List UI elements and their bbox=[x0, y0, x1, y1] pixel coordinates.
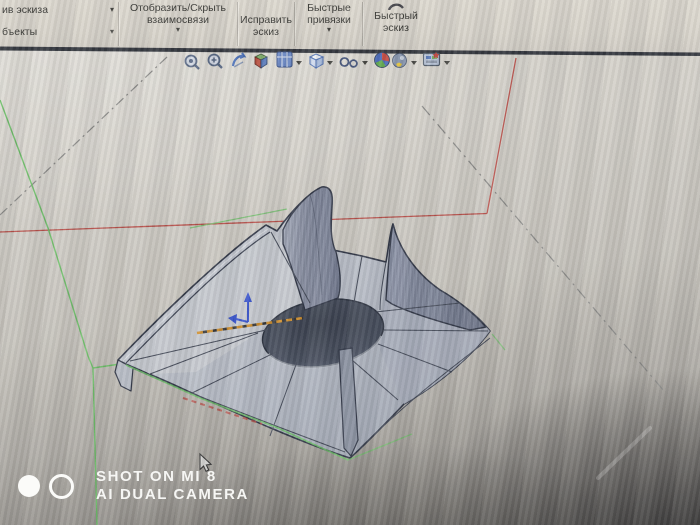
construction-centerline-left[interactable] bbox=[0, 55, 169, 216]
chevron-down-icon[interactable] bbox=[296, 61, 302, 65]
toolbar-boundary-line bbox=[0, 46, 700, 56]
red-sketch-line-horizontal[interactable] bbox=[0, 212, 488, 233]
filled-circle-icon bbox=[18, 475, 40, 497]
display-style-icon[interactable] bbox=[308, 53, 325, 69]
chevron-down-icon[interactable] bbox=[327, 61, 333, 65]
apply-scene-icon[interactable] bbox=[392, 53, 407, 68]
section-view-icon[interactable] bbox=[254, 53, 268, 69]
screen-reflection bbox=[596, 426, 652, 480]
monitor-photo: ив эскиза ▾ бъекты ▾ Отобразить/Скрыть в… bbox=[0, 0, 700, 525]
view-orientation-icon[interactable] bbox=[276, 51, 293, 68]
zoom-to-area-icon[interactable] bbox=[207, 53, 223, 69]
hide-show-items-icon[interactable] bbox=[339, 57, 358, 68]
chevron-down-icon[interactable] bbox=[362, 61, 368, 65]
zoom-to-fit-icon[interactable] bbox=[184, 54, 200, 70]
red-sketch-line-vertical[interactable] bbox=[486, 57, 517, 214]
graphics-area[interactable] bbox=[0, 0, 700, 525]
watermark-line1: SHOT ON MI 8 bbox=[96, 468, 217, 485]
chevron-down-icon[interactable] bbox=[411, 61, 417, 65]
green-sketch-line-top[interactable] bbox=[189, 208, 288, 229]
watermark-text: SHOT ON MI 8 AI DUAL CAMERA bbox=[96, 468, 249, 504]
previous-view-icon[interactable] bbox=[231, 52, 247, 68]
green-mark-right-tip[interactable] bbox=[491, 333, 506, 351]
view-settings-icon[interactable] bbox=[422, 52, 441, 67]
watermark-dots-icon bbox=[18, 473, 74, 499]
edit-appearance-icon[interactable] bbox=[374, 52, 390, 68]
camera-watermark: SHOT ON MI 8 AI DUAL CAMERA bbox=[18, 468, 249, 504]
chevron-down-icon[interactable] bbox=[444, 61, 450, 65]
outline-circle-icon bbox=[49, 473, 74, 499]
model-3d-part[interactable] bbox=[114, 186, 491, 459]
headsup-view-toolbar[interactable] bbox=[184, 51, 451, 70]
watermark-line2: AI DUAL CAMERA bbox=[96, 486, 249, 503]
